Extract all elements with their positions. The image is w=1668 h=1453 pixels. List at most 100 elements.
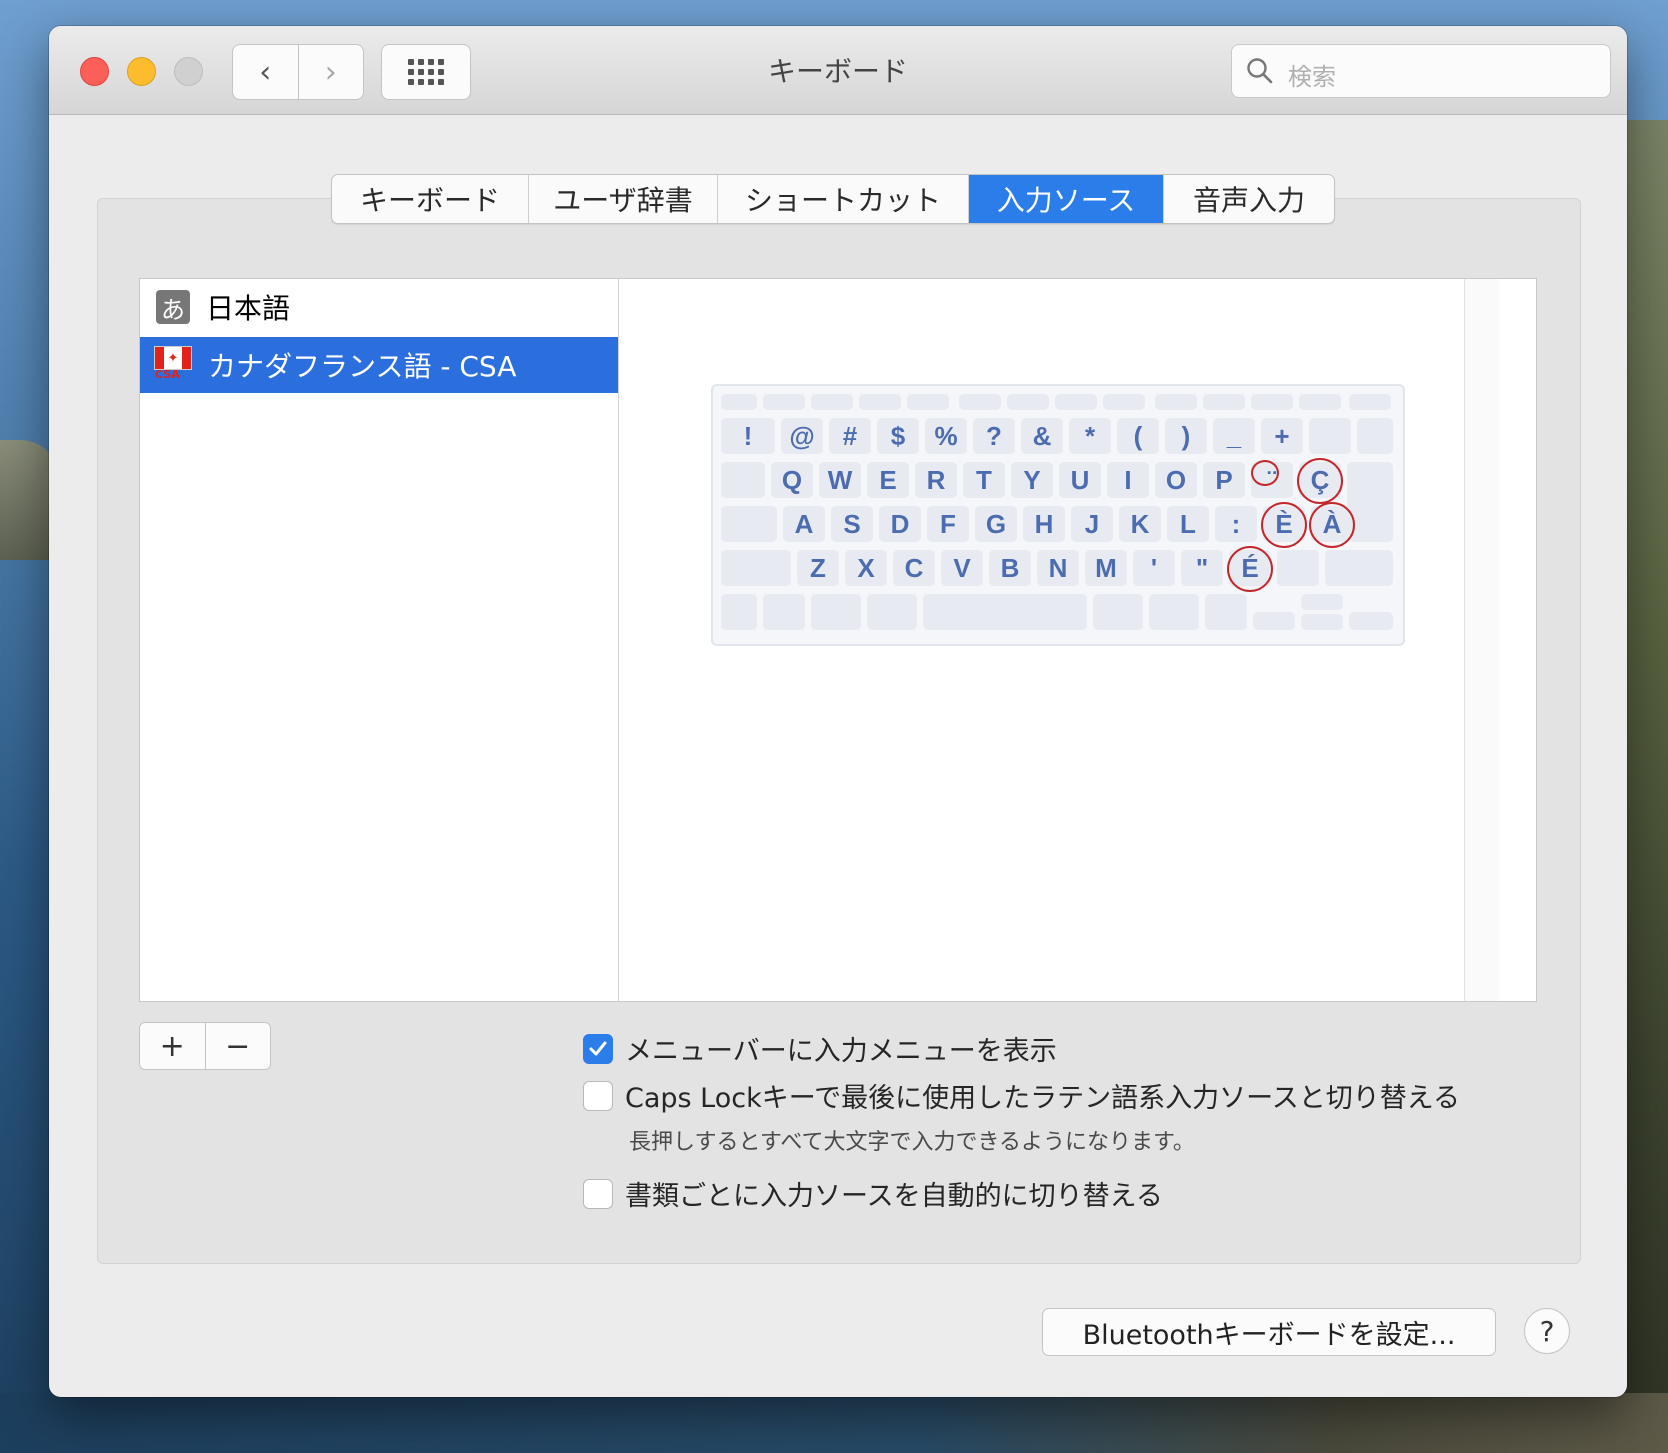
- key: Z: [797, 550, 839, 586]
- list-item-japanese[interactable]: あ 日本語: [140, 279, 618, 335]
- key: ': [1133, 550, 1175, 586]
- search-field[interactable]: 検索: [1231, 44, 1611, 98]
- key-blank: [1357, 418, 1393, 454]
- key: X: [845, 550, 887, 586]
- key: P: [1203, 462, 1245, 498]
- highlight-circle: [1261, 502, 1307, 548]
- key: M: [1085, 550, 1127, 586]
- key-blank: [959, 394, 1001, 410]
- key: R: [915, 462, 957, 498]
- japanese-kana-icon: あ: [156, 290, 190, 324]
- tab-user-dictionary[interactable]: ユーザ辞書: [529, 175, 718, 223]
- title-bar: ‹ › キーボード 検索: [49, 26, 1627, 115]
- key: ?: [973, 418, 1015, 454]
- key-blank: [1055, 394, 1097, 410]
- search-icon: [1247, 58, 1273, 84]
- key: B: [989, 550, 1031, 586]
- key-blank: [1007, 394, 1049, 410]
- option-auto-switch-per-document[interactable]: 書類ごとに入力ソースを自動的に切り替える: [583, 1174, 1163, 1213]
- checkmark-icon: [589, 1041, 607, 1055]
- key-blank: [811, 594, 861, 630]
- list-item-canadian-french-csa[interactable]: ✦ CSA カナダフランス語 - CSA: [140, 337, 618, 393]
- highlight-circle: [1297, 458, 1343, 504]
- preview-scroll-track[interactable]: [1464, 279, 1499, 1001]
- key-blank: [859, 394, 901, 410]
- key: !: [721, 418, 775, 454]
- key: W: [819, 462, 861, 498]
- key: T: [963, 462, 1005, 498]
- list-item-label: 日本語: [206, 292, 291, 325]
- key: %: [925, 418, 967, 454]
- key-shift: [1325, 550, 1393, 586]
- key: $: [877, 418, 919, 454]
- auto-switch-checkbox[interactable]: [583, 1178, 613, 1209]
- option-label: 書類ごとに入力ソースを自動的に切り替える: [625, 1181, 1163, 1212]
- key: G: [975, 506, 1017, 542]
- caps-lock-switch-checkbox[interactable]: [583, 1080, 613, 1111]
- key-blank: [1205, 594, 1247, 630]
- canada-flag-icon: ✦ CSA: [154, 346, 192, 384]
- key-blank: [721, 462, 765, 498]
- key: C: [893, 550, 935, 586]
- key: E: [867, 462, 909, 498]
- key-blank: [1155, 394, 1197, 410]
- option-label: メニューバーに入力メニューを表示: [625, 1036, 1057, 1067]
- key-blank: [1251, 394, 1293, 410]
- help-button[interactable]: ?: [1524, 1308, 1570, 1354]
- list-item-label: カナダフランス語 - CSA: [208, 350, 517, 383]
- search-placeholder: 検索: [1288, 63, 1336, 91]
- key: #: [829, 418, 871, 454]
- remove-input-source-button[interactable]: −: [204, 1023, 271, 1069]
- keyboard-preview: ! @ # $ % ? & * ( ) _ + Q W E R T Y U I …: [619, 279, 1499, 1001]
- key-blank: [763, 394, 805, 410]
- key-blank: [1349, 394, 1391, 410]
- key-blank: [867, 594, 917, 630]
- option-label: Caps Lockキーで最後に使用したラテン語系入力ソースと切り替える: [625, 1083, 1460, 1114]
- tab-input-sources[interactable]: 入力ソース: [969, 175, 1164, 223]
- key-blank: [721, 506, 777, 542]
- key-blank: [763, 594, 805, 630]
- key-blank: [1103, 394, 1145, 410]
- tab-bar: キーボード ユーザ辞書 ショートカット 入力ソース 音声入力: [331, 174, 1335, 224]
- key-blank: [721, 594, 757, 630]
- add-input-source-button[interactable]: +: [140, 1023, 205, 1069]
- key: U: [1059, 462, 1101, 498]
- option-show-input-menu[interactable]: メニューバーに入力メニューを表示: [583, 1029, 1057, 1068]
- key-blank: [1309, 418, 1351, 454]
- key: (: [1117, 418, 1159, 454]
- key-arrow-right: [1349, 612, 1393, 630]
- tab-dictation[interactable]: 音声入力: [1164, 175, 1334, 223]
- preferences-window: ‹ › キーボード 検索 キーボード ユーザ辞書 ショートカット 入力ソース 音…: [49, 26, 1627, 1397]
- setup-bluetooth-keyboard-button[interactable]: Bluetoothキーボードを設定...: [1042, 1308, 1496, 1356]
- key: :: [1215, 506, 1257, 542]
- key: Y: [1011, 462, 1053, 498]
- key: L: [1167, 506, 1209, 542]
- key-space: [923, 594, 1087, 630]
- key-blank: [811, 394, 853, 410]
- input-source-list[interactable]: あ 日本語 ✦ CSA カナダフランス語 - CSA: [140, 279, 619, 1001]
- key: F: [927, 506, 969, 542]
- tab-shortcuts[interactable]: ショートカット: [718, 175, 969, 223]
- key: ": [1181, 550, 1223, 586]
- key-arrow-down: [1301, 614, 1343, 630]
- show-input-menu-checkbox[interactable]: [583, 1033, 613, 1064]
- input-sources-content: あ 日本語 ✦ CSA カナダフランス語 - CSA ! @ # $ % ? &…: [139, 278, 1537, 1002]
- key: @: [781, 418, 823, 454]
- caps-lock-note: 長押しするとすべて大文字で入力できるようになります。: [629, 1130, 1195, 1155]
- key: *: [1069, 418, 1111, 454]
- key-blank: [1277, 550, 1319, 586]
- key: ): [1165, 418, 1207, 454]
- key-blank: [721, 394, 757, 410]
- wallpaper-shore: [0, 1393, 1668, 1453]
- key-blank: [1149, 594, 1199, 630]
- option-caps-lock-switch[interactable]: Caps Lockキーで最後に使用したラテン語系入力ソースと切り替える: [583, 1076, 1460, 1115]
- csa-label: CSA: [155, 368, 180, 381]
- key: J: [1071, 506, 1113, 542]
- key-blank: [907, 394, 949, 410]
- highlight-circle: [1227, 546, 1273, 592]
- highlight-circle: [1309, 502, 1355, 548]
- key: N: [1037, 550, 1079, 586]
- tab-keyboard[interactable]: キーボード: [332, 175, 529, 223]
- key: V: [941, 550, 983, 586]
- key-arrow-left: [1253, 612, 1295, 630]
